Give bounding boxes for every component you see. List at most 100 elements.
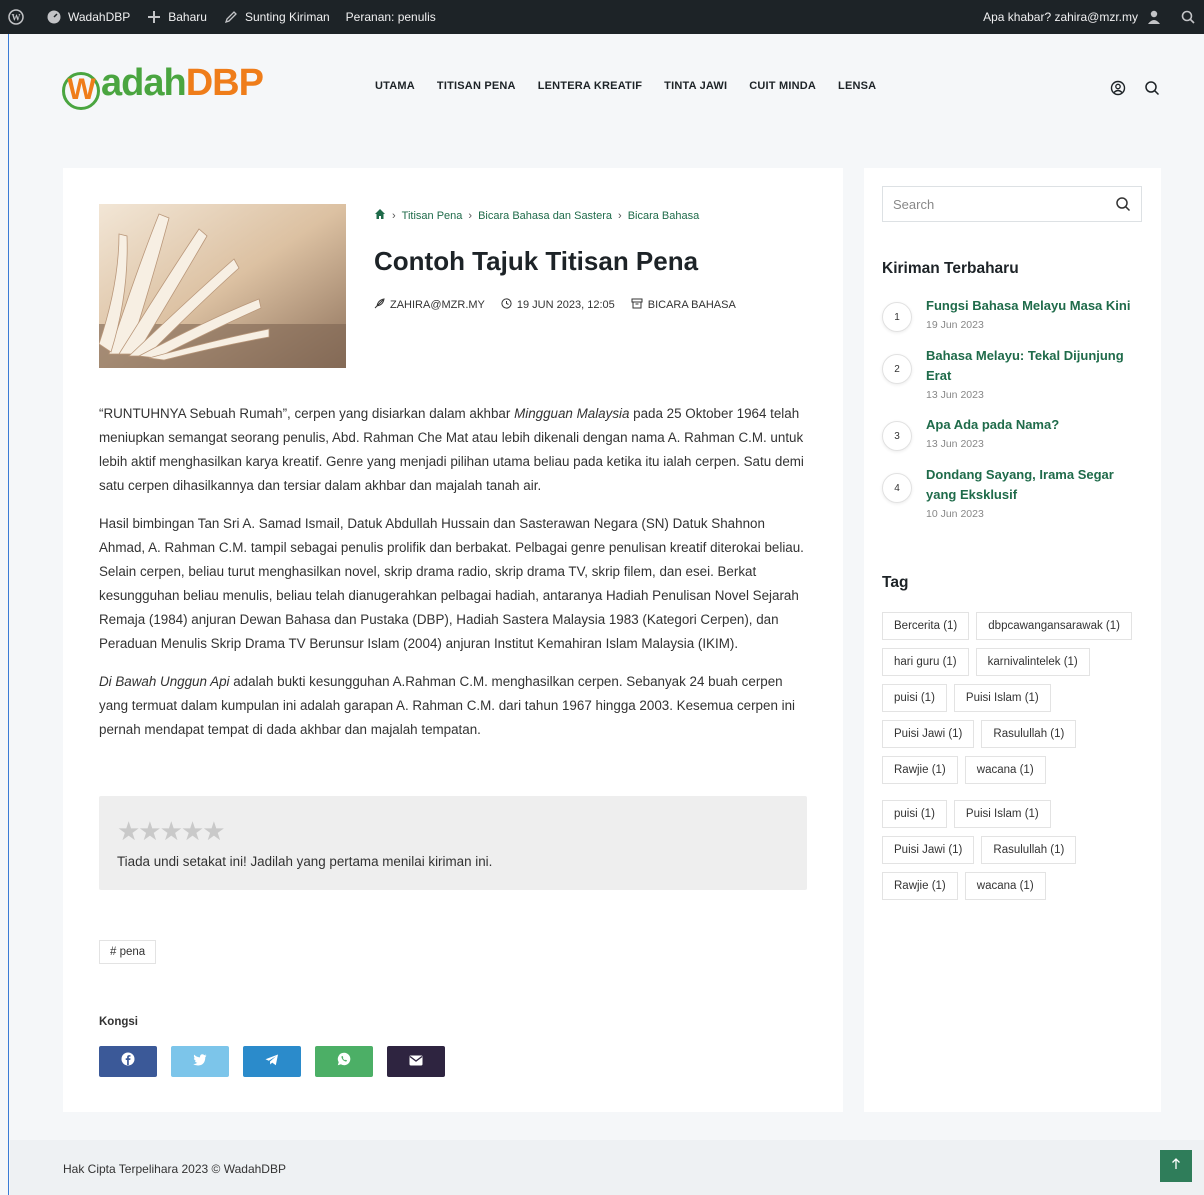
post-author-name: ZAHIRA@MZR.MY <box>390 299 485 311</box>
recent-post-number: 4 <box>882 473 912 503</box>
share-whatsapp-button[interactable] <box>315 1046 373 1077</box>
header-icons <box>1110 80 1160 96</box>
search-input[interactable] <box>883 187 1103 221</box>
tag-link[interactable]: Bercerita (1) <box>882 612 970 640</box>
adminbar-new-label: Baharu <box>168 10 207 24</box>
tag-link[interactable]: dbpcawangansarawak (1) <box>976 612 1132 640</box>
tag-link[interactable]: Rasulullah (1) <box>981 720 1077 748</box>
account-icon[interactable] <box>1110 80 1126 96</box>
tag-link[interactable]: Puisi Jawi (1) <box>882 720 975 748</box>
tag-link[interactable]: Rawjie (1) <box>882 756 958 784</box>
adminbar-search-button[interactable] <box>1176 0 1204 34</box>
nav-item-lentera-kreatif[interactable]: LENTERA KREATIF <box>538 80 642 92</box>
adminbar-site-name: WadahDBP <box>68 10 131 24</box>
tag-link[interactable]: Puisi Islam (1) <box>953 800 1051 828</box>
share-label: Kongsi <box>99 1016 138 1028</box>
tag-link[interactable]: wacana (1) <box>964 756 1046 784</box>
adminbar-role: Peranan: penulis <box>338 0 444 34</box>
adminbar-site-link[interactable]: WadahDBP <box>38 0 138 34</box>
logo-text-dbp: DBP <box>185 62 264 104</box>
paragraph: Hasil bimbingan Tan Sri A. Samad Ismail,… <box>99 516 804 651</box>
breadcrumb-separator: › <box>618 209 622 222</box>
whatsapp-icon <box>337 1052 351 1071</box>
share-facebook-button[interactable] <box>99 1046 157 1077</box>
dashboard-icon <box>46 9 62 25</box>
recent-post-link[interactable]: Bahasa Melayu: Tekal Dijunjung Erat <box>926 346 1144 386</box>
share-twitter-button[interactable] <box>171 1046 229 1077</box>
search-icon <box>1180 9 1196 25</box>
breadcrumb-item[interactable]: Bicara Bahasa <box>628 210 700 222</box>
header-search-icon[interactable] <box>1144 80 1160 96</box>
twitter-icon <box>193 1053 207 1071</box>
footer-copyright: Hak Cipta Terpelihara 2023 © WadahDBP <box>63 1162 286 1176</box>
tag-link[interactable]: hari guru (1) <box>882 648 969 676</box>
breadcrumb-separator: › <box>468 209 473 222</box>
adminbar-account-link[interactable]: Apa khabar? zahira@mzr.my <box>975 0 1176 34</box>
recent-post-link[interactable]: Apa Ada pada Nama? <box>926 415 1059 435</box>
telegram-icon <box>265 1053 279 1071</box>
admin-bar: W WadahDBP Baharu Sunting Kiriman Perana… <box>0 0 1204 34</box>
arrow-up-icon <box>1171 1157 1181 1175</box>
share-buttons <box>99 1046 445 1077</box>
recent-post-link[interactable]: Fungsi Bahasa Melayu Masa Kini <box>926 296 1130 316</box>
recent-post-date: 10 Jun 2023 <box>926 508 984 520</box>
post-content: “RUNTUHNYA Sebuah Rumah”, cerpen yang di… <box>99 402 811 756</box>
recent-post-date: 19 Jun 2023 <box>926 319 984 331</box>
tag-link[interactable]: Rasulullah (1) <box>981 836 1077 864</box>
recent-posts-list: 1 Fungsi Bahasa Melayu Masa Kini 19 Jun … <box>882 296 1144 534</box>
nav-item-tinta-jawi[interactable]: TINTA JAWI <box>664 80 727 92</box>
nav-item-cuit-minda[interactable]: CUIT MINDA <box>749 80 816 92</box>
logo-w-mark: W <box>62 72 100 110</box>
share-email-button[interactable] <box>387 1046 445 1077</box>
nav-item-lensa[interactable]: LENSA <box>838 80 876 92</box>
tag-widget-title: Tag <box>882 574 909 591</box>
post-title: Contoh Tajuk Titisan Pena <box>374 246 699 276</box>
nav-item-titisan-pena[interactable]: TITISAN PENA <box>437 80 516 92</box>
breadcrumb-item[interactable]: Titisan Pena <box>402 210 463 222</box>
tag-link[interactable]: wacana (1) <box>964 872 1046 900</box>
tag-link[interactable]: karnivalintelek (1) <box>975 648 1090 676</box>
breadcrumb-separator: › <box>392 209 396 222</box>
post-category[interactable]: BICARA BAHASA <box>631 298 736 312</box>
email-icon <box>409 1053 423 1071</box>
featured-image <box>99 204 346 368</box>
tag-link[interactable]: Puisi Islam (1) <box>953 684 1051 712</box>
archive-icon <box>631 298 643 312</box>
recent-post-date: 13 Jun 2023 <box>926 438 984 450</box>
search-icon[interactable] <box>1115 196 1131 212</box>
recent-post-number: 2 <box>882 354 912 384</box>
recent-post-number: 3 <box>882 421 912 451</box>
adminbar-new-link[interactable]: Baharu <box>138 0 215 34</box>
breadcrumb-item[interactable]: Bicara Bahasa dan Sastera <box>478 210 612 222</box>
recent-post-date: 13 Jun 2023 <box>926 389 984 401</box>
post-author[interactable]: ZAHIRA@MZR.MY <box>374 298 485 312</box>
post-tag-link[interactable]: # pena <box>99 940 157 964</box>
recent-post-link[interactable]: Dondang Sayang, Irama Segar yang Eksklus… <box>926 465 1144 505</box>
pencil-icon <box>223 9 239 25</box>
paragraph: “RUNTUHNYA Sebuah Rumah”, cerpen yang di… <box>99 406 804 493</box>
home-icon[interactable] <box>374 208 386 223</box>
paragraph: Di Bawah Unggun Api adalah bukti kesungg… <box>99 674 796 737</box>
site-footer: Hak Cipta Terpelihara 2023 © WadahDBP <box>10 1140 1204 1195</box>
rating-stars[interactable]: ★★★★★ <box>117 816 226 847</box>
window-left-edge <box>0 0 9 1195</box>
share-telegram-button[interactable] <box>243 1046 301 1077</box>
wordpress-logo-button[interactable]: W <box>0 0 38 34</box>
scroll-to-top-button[interactable] <box>1160 1150 1192 1182</box>
tag-link[interactable]: puisi (1) <box>882 684 947 712</box>
logo-text-adah: adah <box>101 62 187 104</box>
tag-link[interactable]: Rawjie (1) <box>882 872 958 900</box>
site-logo[interactable]: WadahDBP <box>62 62 264 110</box>
rating-message: Tiada undi setakat ini! Jadilah yang per… <box>117 854 493 869</box>
adminbar-edit-link[interactable]: Sunting Kiriman <box>215 0 338 34</box>
tag-link[interactable]: Puisi Jawi (1) <box>882 836 975 864</box>
tag-link[interactable]: puisi (1) <box>882 800 947 828</box>
post-date-text: 19 JUN 2023, 12:05 <box>516 299 615 311</box>
user-avatar-icon <box>1146 9 1162 25</box>
sidebar-search <box>882 186 1142 222</box>
recent-posts-title: Kiriman Terbaharu <box>882 260 1019 277</box>
clock-icon <box>501 298 512 312</box>
nav-item-utama[interactable]: UTAMA <box>375 80 415 92</box>
adminbar-role-label: Peranan: penulis <box>345 10 436 24</box>
recent-post-number: 1 <box>882 302 912 332</box>
